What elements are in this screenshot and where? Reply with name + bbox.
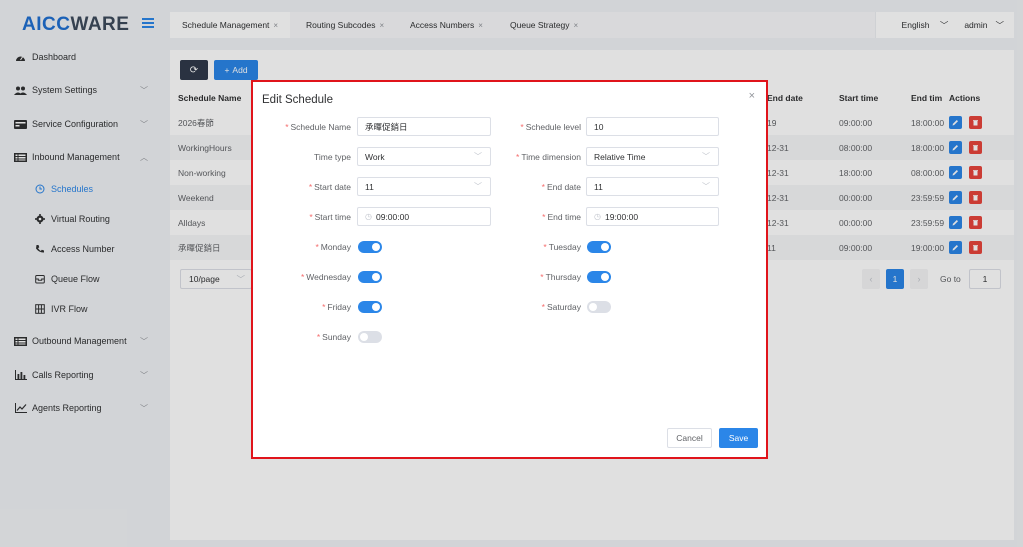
start-time-input[interactable]: ◷ 09:00:00 xyxy=(357,207,491,226)
saturday-label: * Saturday xyxy=(541,302,581,312)
edit-schedule-dialog: Edit Schedule × * Schedule Name 承暉促銷日 * Sc… xyxy=(251,80,768,459)
chevron-down-icon: ﹀ xyxy=(702,152,710,161)
chevron-down-icon: ﹀ xyxy=(474,152,482,161)
thursday-label: * Thursday xyxy=(540,272,581,282)
sunday-label: * Sunday xyxy=(316,332,351,342)
thursday-switch[interactable] xyxy=(587,271,611,283)
cancel-button[interactable]: Cancel xyxy=(667,428,712,448)
schedule-level-input[interactable]: 10 xyxy=(586,117,719,136)
clock-icon: ◷ xyxy=(365,212,372,221)
save-button[interactable]: Save xyxy=(719,428,758,448)
chevron-down-icon: ﹀ xyxy=(702,182,710,191)
close-icon[interactable]: × xyxy=(749,90,755,102)
end-date-select[interactable]: 11 ﹀ xyxy=(586,177,719,196)
end-time-input[interactable]: ◷ 19:00:00 xyxy=(586,207,719,226)
schedule-name-label: * Schedule Name xyxy=(285,122,351,132)
tuesday-label: * Tuesday xyxy=(543,242,581,252)
wednesday-switch[interactable] xyxy=(358,271,382,283)
monday-switch[interactable] xyxy=(358,241,382,253)
saturday-switch[interactable] xyxy=(587,301,611,313)
time-dimension-select[interactable]: Relative Time ﹀ xyxy=(586,147,719,166)
time-type-label: Time type xyxy=(313,152,351,162)
time-type-select[interactable]: Work ﹀ xyxy=(357,147,491,166)
sunday-switch[interactable] xyxy=(358,331,382,343)
monday-label: * Monday xyxy=(315,242,351,252)
time-dimension-label: * Time dimension xyxy=(516,152,581,162)
friday-switch[interactable] xyxy=(358,301,382,313)
end-date-label: * End date xyxy=(541,182,581,192)
friday-label: * Friday xyxy=(322,302,351,312)
clock-icon: ◷ xyxy=(594,212,601,221)
chevron-down-icon: ﹀ xyxy=(474,182,482,191)
dialog-title: Edit Schedule xyxy=(262,94,333,106)
schedule-name-input[interactable]: 承暉促銷日 xyxy=(357,117,491,136)
end-time-label: * End time xyxy=(542,212,581,222)
tuesday-switch[interactable] xyxy=(587,241,611,253)
start-time-label: * Start time xyxy=(309,212,351,222)
start-date-select[interactable]: 11 ﹀ xyxy=(357,177,491,196)
wednesday-label: * Wednesday xyxy=(300,272,351,282)
schedule-level-label: * Schedule level xyxy=(520,122,581,132)
start-date-label: * Start date xyxy=(308,182,351,192)
